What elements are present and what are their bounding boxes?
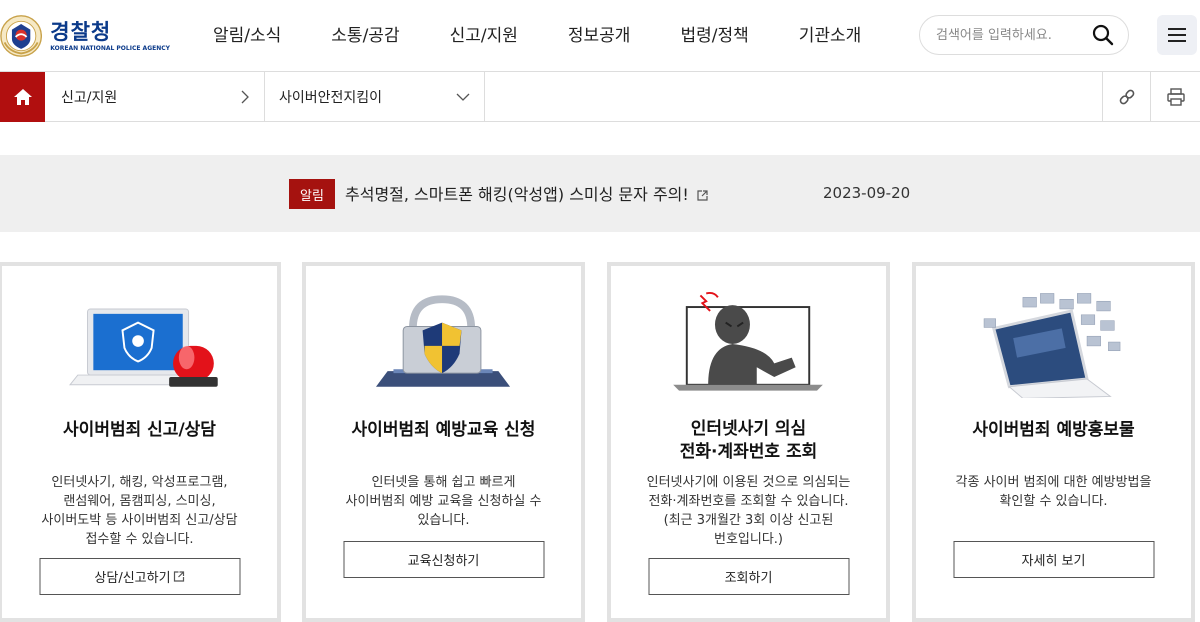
card-title: 사이버범죄 예방홍보물 (972, 420, 1135, 440)
padlock-shield-illustration (375, 295, 511, 387)
logo-title: 경찰청 (50, 19, 112, 44)
hacker-laptop-illustration (673, 291, 823, 391)
search-box (919, 15, 1129, 55)
education-apply-button[interactable]: 교육신청하기 (343, 541, 544, 578)
notice-title: 추석명절, 스마트폰 해킹(악성앱) 스미싱 문자 주의! (345, 185, 689, 204)
button-label: 교육신청하기 (407, 554, 480, 569)
card-description: 인터넷사기, 해킹, 악성프로그램, 랜섬웨어, 몸캠피싱, 스미싱, 사이버도… (41, 475, 238, 547)
external-link-icon (173, 571, 185, 582)
site-header: 경찰청 KOREAN NATIONAL POLICE AGENCY 알림/소식 … (0, 0, 1200, 72)
lookup-button[interactable]: 조회하기 (648, 558, 849, 595)
laptop-media-illustration (983, 293, 1121, 398)
home-button[interactable] (0, 72, 45, 122)
breadcrumb-depth1-label: 신고/지원 (61, 90, 118, 106)
print-icon (1166, 88, 1185, 106)
card-cybercrime-report: 사이버범죄 신고/상담 인터넷사기, 해킹, 악성프로그램, 랜섬웨어, 몸캠피… (0, 262, 281, 622)
consult-report-button[interactable]: 상담/신고하기 (39, 558, 240, 595)
logo[interactable]: 경찰청 KOREAN NATIONAL POLICE AGENCY (0, 10, 170, 62)
notice-date: 2023-09-20 (823, 184, 911, 202)
main-navigation: 알림/소식 소통/공감 신고/지원 정보공개 법령/정책 기관소개 (190, 0, 861, 72)
notice-banner: 알림 추석명절, 스마트폰 해킹(악성앱) 스미싱 문자 주의! 2023-09… (0, 155, 1200, 232)
hamburger-icon (1168, 28, 1186, 42)
nav-item-communication[interactable]: 소통/공감 (331, 0, 399, 72)
search-icon[interactable] (1092, 24, 1114, 46)
location-bar: 신고/지원 사이버안전지킴이 (0, 72, 1200, 122)
card-description: 인터넷사기에 이용된 것으로 의심되는 전화·계좌번호를 조회할 수 있습니다.… (646, 475, 851, 547)
home-icon (13, 89, 32, 105)
print-button[interactable] (1150, 72, 1200, 122)
nav-item-law-policy[interactable]: 법령/정책 (680, 0, 748, 72)
card-title: 인터넷사기 의심 전화·계좌번호 조회 (679, 419, 818, 462)
chevron-right-icon (241, 90, 249, 104)
card-title: 사이버범죄 예방교육 신청 (351, 420, 536, 440)
share-link-button[interactable] (1102, 72, 1150, 122)
all-menu-button[interactable] (1157, 15, 1197, 55)
nav-item-about[interactable]: 기관소개 (799, 0, 862, 72)
nav-item-news[interactable]: 알림/소식 (213, 0, 281, 72)
card-prevention-materials: 사이버범죄 예방홍보물 각종 사이버 범죄에 대한 예방방법을 확인할 수 있습… (912, 262, 1195, 622)
breadcrumb-depth2-dropdown[interactable]: 사이버안전지킴이 (265, 72, 485, 122)
card-fraud-number-lookup: 인터넷사기 의심 전화·계좌번호 조회 인터넷사기에 이용된 것으로 의심되는 … (607, 262, 890, 622)
button-label: 자세히 보기 (1021, 554, 1086, 569)
external-link-icon (697, 190, 708, 201)
card-prevention-education: 사이버범죄 예방교육 신청 인터넷을 통해 쉽고 빠르게 사이버범죄 예방 교육… (302, 262, 585, 622)
button-label: 조회하기 (724, 571, 773, 586)
card-description: 각종 사이버 범죄에 대한 예방방법을 확인할 수 있습니다. (955, 475, 1152, 509)
police-emblem-icon (0, 15, 43, 57)
breadcrumb-depth1[interactable]: 신고/지원 (45, 72, 265, 122)
link-icon (1119, 89, 1134, 105)
logo-subtitle: KOREAN NATIONAL POLICE AGENCY (50, 44, 170, 52)
laptop-siren-illustration (69, 308, 218, 387)
search-input[interactable] (936, 27, 1086, 43)
nav-item-report-support[interactable]: 신고/지원 (450, 0, 518, 72)
notice-link[interactable]: 추석명절, 스마트폰 해킹(악성앱) 스미싱 문자 주의! (345, 181, 708, 205)
card-title: 사이버범죄 신고/상담 (63, 420, 216, 440)
chevron-down-icon (456, 93, 470, 101)
notice-badge: 알림 (289, 179, 335, 209)
nav-item-info-disclosure[interactable]: 정보공개 (568, 0, 631, 72)
view-details-button[interactable]: 자세히 보기 (953, 541, 1154, 578)
button-label: 상담/신고하기 (94, 571, 171, 586)
card-description: 인터넷을 통해 쉽고 빠르게 사이버범죄 예방 교육을 신청하실 수 있습니다. (345, 475, 542, 528)
breadcrumb-depth2-label: 사이버안전지킴이 (279, 90, 383, 106)
